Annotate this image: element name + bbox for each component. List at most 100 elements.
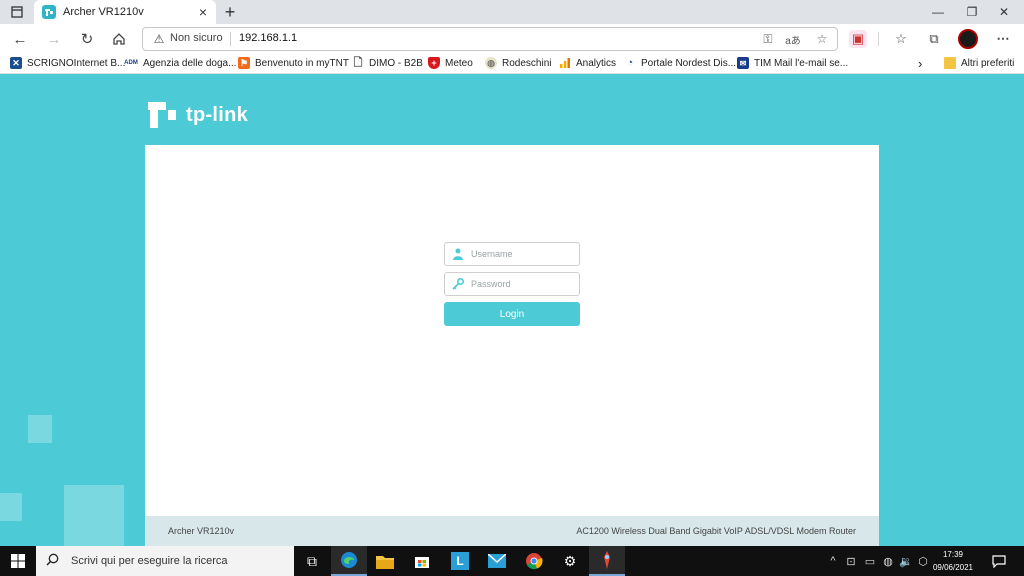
- back-icon[interactable]: ←: [9, 28, 31, 50]
- other-bookmarks[interactable]: Altri preferiti: [944, 55, 1014, 71]
- bookmark-item[interactable]: ◔ Portale Nordest Dis...: [624, 55, 736, 71]
- bookmark-item[interactable]: ◍ Rodeschini: [485, 55, 551, 71]
- scrigno-icon: ✕: [10, 57, 22, 69]
- chrome-icon[interactable]: [516, 546, 552, 576]
- restore-icon[interactable]: ❐: [956, 0, 988, 24]
- edge-browser-icon[interactable]: [331, 546, 367, 576]
- adm-icon: ADM: [124, 60, 138, 66]
- address-separator: [230, 32, 231, 46]
- more-menu-icon[interactable]: ⋯: [994, 30, 1012, 48]
- folder-icon: [944, 57, 956, 69]
- decorative-shape: [28, 415, 52, 443]
- home-icon[interactable]: [108, 28, 130, 50]
- tplink-logo: tp-link: [144, 95, 248, 135]
- notification-icon[interactable]: [990, 552, 1008, 570]
- windows-start-icon[interactable]: [0, 546, 36, 576]
- new-tab-button[interactable]: +: [220, 2, 240, 22]
- bookmark-label: SCRIGNOInternet B...: [27, 57, 126, 69]
- battery-icon[interactable]: ▭: [862, 546, 878, 576]
- decorative-shape: [0, 493, 22, 521]
- store-icon[interactable]: [404, 546, 440, 576]
- app-l-icon[interactable]: L: [442, 546, 478, 576]
- bookmark-label: Portale Nordest Dis...: [641, 57, 737, 69]
- close-window-icon[interactable]: ✕: [988, 0, 1020, 24]
- show-hidden-icons[interactable]: ^: [826, 546, 840, 576]
- file-explorer-icon[interactable]: [367, 546, 403, 576]
- bookmark-item[interactable]: 🗋 DIMO - B2B: [352, 55, 423, 71]
- collections-icon[interactable]: ⧉: [925, 30, 943, 48]
- bookmark-label: Meteo: [445, 57, 473, 69]
- portal-icon: ◔: [626, 57, 634, 69]
- bookmark-label: Rodeschini: [502, 57, 552, 69]
- user-icon: [451, 247, 465, 261]
- browser-tab[interactable]: Archer VR1210v ×: [34, 0, 216, 24]
- tplink-favicon-icon: [42, 5, 56, 19]
- tnt-icon: ⚑: [238, 57, 250, 69]
- browser-tab-bar: Archer VR1210v × + — ❐ ✕: [0, 0, 1024, 24]
- chevron-right-icon[interactable]: ›: [918, 55, 922, 71]
- mail-icon: ✉: [737, 57, 749, 69]
- security-label[interactable]: Non sicuro: [170, 32, 223, 44]
- network-icon[interactable]: ◍: [880, 546, 896, 576]
- other-bookmarks-label: Altri preferiti: [961, 57, 1015, 69]
- decorative-shape: [64, 485, 124, 546]
- bookmark-item[interactable]: + Meteo: [428, 55, 473, 71]
- minimize-icon[interactable]: —: [922, 0, 954, 24]
- bookmark-label: DIMO - B2B: [369, 57, 423, 69]
- favorite-star-icon[interactable]: ☆: [814, 31, 830, 47]
- bookmark-item[interactable]: ⚑ Benvenuto in myTNT: [238, 55, 349, 71]
- toolbar-separator: [878, 32, 879, 46]
- globe-icon: ◍: [485, 57, 497, 69]
- shield-icon: +: [428, 57, 440, 69]
- bookmarks-bar: ✕ SCRIGNOInternet B... ADM Agenzia delle…: [0, 52, 1024, 74]
- page-icon: 🗋: [353, 56, 363, 69]
- volume-icon[interactable]: 🔉: [898, 546, 914, 576]
- bookmark-item[interactable]: ✉ TIM Mail l'e-mail se...: [737, 55, 848, 71]
- system-clock[interactable]: 17:39 09/06/2021: [930, 548, 976, 574]
- favorites-icon[interactable]: ☆: [892, 30, 910, 48]
- username-field[interactable]: [444, 242, 580, 266]
- close-tab-icon[interactable]: ×: [194, 3, 212, 21]
- key-icon: [451, 277, 465, 291]
- taskbar-search[interactable]: Scrivi qui per eseguire la ricerca: [36, 546, 294, 576]
- analytics-icon: [559, 57, 571, 69]
- profile-avatar[interactable]: [958, 29, 978, 49]
- task-view-icon[interactable]: ⧉: [294, 546, 330, 576]
- refresh-icon[interactable]: ↻: [76, 28, 98, 50]
- read-aloud-icon[interactable]: aあ: [785, 31, 801, 47]
- footer-model: Archer VR1210v: [168, 526, 235, 536]
- settings-icon[interactable]: ⚙: [552, 546, 588, 576]
- meet-now-icon[interactable]: ⊡: [843, 546, 859, 576]
- bookmark-label: Analytics: [576, 57, 617, 69]
- clock-time: 17:39: [942, 550, 964, 559]
- login-button[interactable]: Login: [444, 302, 580, 326]
- bookmark-item[interactable]: ADM Agenzia delle doga...: [124, 55, 236, 71]
- address-bar[interactable]: ⚠ Non sicuro 192.168.1.1 ⚿ aあ ☆: [142, 27, 838, 51]
- password-input[interactable]: [471, 279, 571, 289]
- windows-taskbar: Scrivi qui per eseguire la ricerca ⧉ L ⚙…: [0, 546, 1024, 576]
- extension-icon[interactable]: ▣: [849, 30, 867, 48]
- bookmark-item[interactable]: Analytics: [559, 55, 616, 71]
- mail-icon[interactable]: [479, 546, 515, 576]
- bookmark-label: TIM Mail l'e-mail se...: [754, 57, 849, 69]
- clock-date: 09/06/2021: [932, 563, 974, 572]
- warning-icon[interactable]: ⚠: [152, 32, 166, 46]
- password-field[interactable]: [444, 272, 580, 296]
- forward-icon[interactable]: →: [43, 28, 65, 50]
- page-footer: Archer VR1210v AC1200 Wireless Dual Band…: [145, 516, 879, 546]
- tab-actions-icon[interactable]: [8, 4, 26, 20]
- login-panel: [145, 145, 879, 516]
- bookmark-label: Benvenuto in myTNT: [255, 57, 349, 69]
- search-icon: [46, 553, 59, 569]
- username-input[interactable]: [471, 249, 571, 259]
- footer-description: AC1200 Wireless Dual Band Gigabit VoIP A…: [576, 526, 856, 536]
- key-icon[interactable]: ⚿: [760, 31, 776, 47]
- brand-name: tp-link: [186, 103, 249, 126]
- url-text[interactable]: 192.168.1.1: [239, 32, 297, 44]
- bookmark-label: Agenzia delle doga...: [143, 57, 237, 69]
- app-pin-icon[interactable]: [589, 546, 625, 576]
- tplink-logo-icon: [148, 102, 176, 128]
- bookmark-item[interactable]: ✕ SCRIGNOInternet B...: [10, 55, 125, 71]
- dropbox-icon[interactable]: ⬡: [915, 546, 931, 576]
- browser-toolbar: ← → ↻ ⚠ Non sicuro 192.168.1.1 ⚿ aあ ☆ ▣ …: [0, 24, 1024, 52]
